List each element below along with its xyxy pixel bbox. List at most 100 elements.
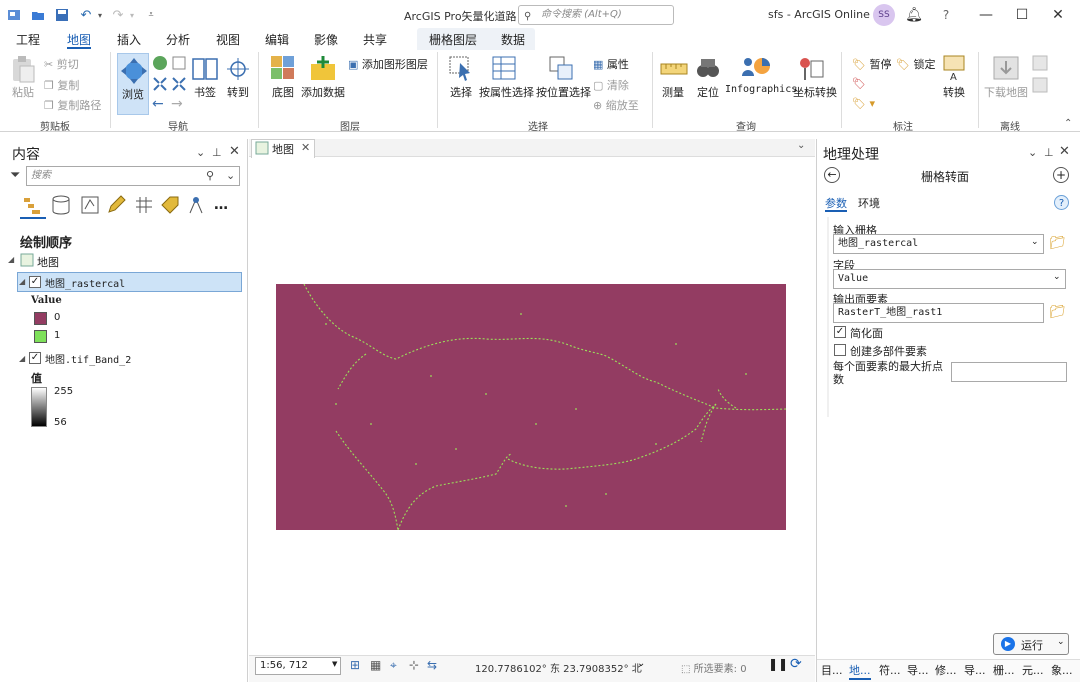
add-data-icon[interactable] (309, 54, 337, 82)
chevron-down-icon[interactable]: ⌄ (637, 658, 645, 669)
tab-raster-layer[interactable]: 栅格图层 (429, 31, 477, 49)
measure-label[interactable]: 测量 (662, 84, 684, 100)
view-unplaced-icon[interactable]: 🏷︎ (852, 77, 866, 90)
pane-tab[interactable]: 导... (907, 662, 929, 678)
pause-labels-button[interactable]: 🏷︎ 暂停 (852, 56, 891, 72)
list-by-editing-icon[interactable] (106, 195, 126, 215)
avatar[interactable]: SS (873, 4, 895, 26)
basemap-icon[interactable] (270, 55, 296, 83)
sync-icon[interactable] (1032, 55, 1048, 71)
coordinate-conversion-label[interactable]: 坐标转换 (793, 84, 837, 100)
redo-dropdown-icon[interactable]: ▾ (128, 6, 136, 24)
pane-menu-icon[interactable]: ⌄ (196, 146, 205, 159)
legend-swatch-1[interactable] (34, 330, 47, 343)
expand-map-icon[interactable]: ◢ (8, 255, 14, 264)
undo-dropdown-icon[interactable]: ▾ (96, 6, 104, 24)
bookmarks-label[interactable]: 书签 (194, 84, 216, 100)
tab-analysis[interactable]: 分析 (166, 31, 190, 49)
map-node-label[interactable]: 地图 (37, 254, 59, 270)
close-button[interactable]: ✕ (1043, 4, 1073, 26)
previous-extent-icon[interactable]: ← (152, 96, 164, 112)
download-map-icon[interactable] (992, 55, 1020, 83)
chevron-down-icon[interactable]: ⌄ (1057, 637, 1065, 647)
basemap-label[interactable]: 底图 (272, 84, 294, 100)
raster-canvas[interactable] (276, 284, 786, 530)
layer-name-rastercal[interactable]: 地图_rastercal (45, 275, 125, 290)
next-extent-icon[interactable]: → (171, 96, 183, 112)
fixed-zoom-icon[interactable] (171, 55, 187, 71)
tab-parameters[interactable]: 参数 (825, 195, 847, 212)
snapping-icon[interactable]: ⌖ (390, 658, 397, 673)
tab-edit[interactable]: 编辑 (265, 31, 289, 49)
goto-label[interactable]: 转到 (227, 84, 249, 100)
command-search[interactable]: ⚲ 命令搜索 (Alt+Q) (518, 5, 674, 25)
browse-folder-icon[interactable]: 📁︎ (1049, 305, 1066, 320)
goto-icon[interactable] (225, 56, 251, 82)
chevron-down-icon[interactable]: ⌄ (226, 169, 235, 182)
remove-offline-icon[interactable] (1032, 77, 1048, 93)
convert-labels-label[interactable]: 转换 (943, 84, 965, 100)
multipart-checkbox[interactable] (834, 344, 846, 356)
more-options-icon[interactable]: … (214, 197, 228, 213)
save-icon[interactable] (54, 6, 70, 24)
selected-features-count[interactable]: ⬚ 所选要素: 0 (681, 660, 747, 675)
expand-layer-icon[interactable]: ◢ (19, 354, 25, 363)
close-pane-icon[interactable]: ✕ (1059, 144, 1070, 159)
pane-tab[interactable]: 象... (1051, 662, 1073, 678)
lock-labels-button[interactable]: 🏷︎ 锁定 (896, 56, 935, 72)
chevron-down-icon[interactable]: ⌄ (797, 140, 805, 151)
browse-folder-icon[interactable]: 📁︎ (1049, 236, 1066, 251)
constraints-icon[interactable]: ⊹ (409, 658, 419, 672)
select-by-attributes-label[interactable]: 按属性选择 (479, 84, 534, 100)
pane-tab[interactable]: 目... (821, 662, 843, 678)
add-graphics-layer-button[interactable]: ▣ 添加图形图层 (348, 56, 428, 72)
convert-labels-icon[interactable]: A (942, 54, 968, 84)
scale-selector[interactable]: 1:56, 712 (255, 657, 341, 675)
input-raster-dropdown[interactable]: 地图_rastercal (833, 234, 1044, 254)
chevron-down-icon[interactable]: ▼ (332, 660, 337, 668)
coordinate-conversion-icon[interactable] (797, 55, 825, 83)
list-by-selection-icon[interactable] (80, 195, 100, 215)
map-tool-icon[interactable]: ⊞ (350, 658, 360, 672)
close-pane-icon[interactable]: ✕ (229, 144, 240, 159)
add-data-label[interactable]: 添加数据 (301, 84, 345, 100)
collapse-ribbon-icon[interactable]: ⌃ (1064, 118, 1072, 129)
field-dropdown[interactable]: Value (833, 269, 1066, 289)
refresh-map-icon[interactable]: ⟳ (790, 656, 802, 672)
layer-visibility-checkbox[interactable]: ✓ (29, 352, 41, 364)
list-by-perspective-icon[interactable] (186, 195, 206, 215)
list-by-drawing-order-icon[interactable] (22, 195, 44, 215)
user-name[interactable]: sfs - ArcGIS Online (768, 8, 870, 21)
filter-icon[interactable]: ⏷ (10, 168, 20, 183)
infographics-icon[interactable] (740, 54, 770, 82)
minimize-button[interactable]: — (971, 4, 1001, 26)
pane-tab[interactable]: 元... (1022, 662, 1044, 678)
clear-selection-button[interactable]: ▢ 清除 (593, 77, 629, 93)
refresh-icon[interactable]: ⇆ (427, 658, 437, 672)
help-icon[interactable]: ? (1054, 195, 1069, 210)
notification-bell-icon[interactable]: 🔔︎ (899, 4, 929, 26)
simplify-checkbox[interactable]: ✓ (834, 326, 846, 338)
zoom-in-icon[interactable] (152, 76, 168, 92)
maximize-button[interactable]: ☐ (1007, 4, 1037, 26)
select-by-location-icon[interactable] (548, 55, 574, 83)
add-icon[interactable]: + (1053, 167, 1069, 183)
tab-environments[interactable]: 环境 (858, 195, 880, 211)
open-icon[interactable] (30, 6, 46, 24)
undo-icon[interactable]: ↶ (78, 6, 94, 24)
paste-icon[interactable] (10, 54, 36, 84)
layer-visibility-checkbox[interactable]: ✓ (29, 276, 41, 288)
pin-icon[interactable]: ⊥ (212, 146, 222, 159)
tab-data[interactable]: 数据 (501, 31, 525, 49)
help-icon[interactable]: ? (931, 4, 961, 26)
redo-icon[interactable]: ↷ (110, 6, 126, 24)
tab-imagery[interactable]: 影像 (314, 31, 338, 49)
attributes-button[interactable]: ▦ 属性 (593, 56, 629, 72)
cut-button[interactable]: ✂ 剪切 (44, 56, 79, 72)
list-by-snapping-icon[interactable] (134, 195, 154, 215)
grid-icon[interactable]: ▦ (370, 658, 381, 672)
locate-icon[interactable] (695, 55, 721, 81)
full-extent-icon[interactable] (152, 55, 168, 71)
pin-icon[interactable]: ⊥ (1044, 146, 1054, 159)
close-tab-icon[interactable]: ✕ (301, 141, 310, 154)
